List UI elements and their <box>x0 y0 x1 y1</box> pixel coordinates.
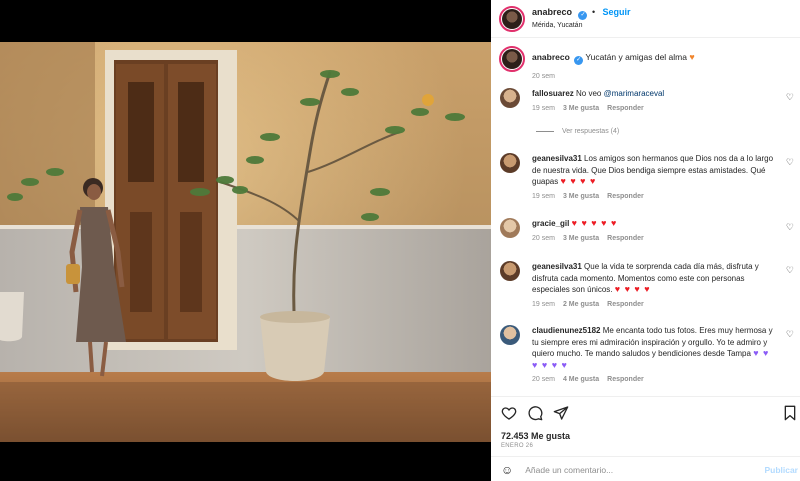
instagram-post-modal: anabreco ✓ • Seguir Mérida, Yucatán anab… <box>0 0 800 481</box>
red-hearts-emoji: ♥ ♥ ♥ ♥ <box>560 176 597 186</box>
comment-likes[interactable]: 4 Me gusta <box>563 376 599 383</box>
comment-time[interactable]: 19 sem <box>532 193 555 200</box>
reply-button[interactable]: Responder <box>607 301 644 308</box>
view-replies-button[interactable]: Ver respuestas (4) <box>536 128 619 135</box>
post-header: anabreco ✓ • Seguir Mérida, Yucatán <box>491 0 800 38</box>
comment-icon[interactable] <box>527 405 543 421</box>
comment-time[interactable]: 20 sem <box>532 376 555 383</box>
comment-item: gracie_gil ♥ ♥ ♥ ♥ ♥ 20 sem 3 Me gusta R… <box>500 218 794 242</box>
comment-heart-icon[interactable]: ♡ <box>786 92 794 103</box>
comment-heart-icon[interactable]: ♡ <box>786 329 794 340</box>
publish-button[interactable]: Publicar <box>764 465 798 475</box>
comment-item: fallosuarez No veo @marimaraceval 19 sem… <box>500 88 794 112</box>
comment-likes[interactable]: 2 Me gusta <box>563 301 599 308</box>
post-details-panel: anabreco ✓ • Seguir Mérida, Yucatán anab… <box>491 0 800 481</box>
share-icon[interactable] <box>553 405 569 421</box>
caption-text: Yucatán y amigas del alma <box>585 52 687 62</box>
comment-input[interactable] <box>525 464 736 475</box>
comment-username[interactable]: geanesilva31 <box>532 154 582 163</box>
comment-time[interactable]: 19 sem <box>532 105 555 112</box>
reply-button[interactable]: Responder <box>607 376 644 383</box>
bookmark-icon[interactable] <box>782 405 798 426</box>
comment-item: geanesilva31 Que la vida te sorprenda ca… <box>500 261 794 308</box>
comment-heart-icon[interactable]: ♡ <box>786 265 794 276</box>
comment-item: claudienunez5182 Me encanta todo tus fot… <box>500 325 794 383</box>
heart-icon[interactable] <box>501 405 517 421</box>
orange-heart-icon: ♥ <box>689 52 695 62</box>
red-hearts-emoji: ♥ ♥ ♥ ♥ ♥ <box>571 218 618 228</box>
reply-button[interactable]: Responder <box>607 193 644 200</box>
comment-item: geanesilva31 Los amigos son hermanos que… <box>500 153 794 200</box>
comment-composer: ☺ Publicar <box>491 456 800 481</box>
comment-heart-icon[interactable]: ♡ <box>786 222 794 233</box>
red-hearts-emoji: ♥ ♥ ♥ ♥ <box>614 284 651 294</box>
replies-divider <box>536 131 554 132</box>
comment-username[interactable]: fallosuarez <box>532 89 574 98</box>
verified-badge-icon: ✓ <box>574 56 584 65</box>
view-replies-label: Ver respuestas (4) <box>562 128 620 135</box>
post-caption: anabreco ✓ Yucatán y amigas del alma ♥ 2… <box>499 46 794 80</box>
comment-heart-icon[interactable]: ♡ <box>786 157 794 168</box>
comment-username[interactable]: claudienunez5182 <box>532 326 600 335</box>
follow-button[interactable]: Seguir <box>603 7 631 17</box>
emoji-icon[interactable]: ☺ <box>501 463 513 477</box>
verified-badge-icon: ✓ <box>578 11 588 20</box>
photo-scene <box>0 42 491 442</box>
avatar[interactable] <box>499 46 525 72</box>
commenter-avatar[interactable] <box>500 325 520 345</box>
commenter-avatar[interactable] <box>500 88 520 108</box>
comment-username[interactable]: gracie_gil <box>532 219 569 228</box>
commenter-avatar[interactable] <box>500 218 520 238</box>
caption-username[interactable]: anabreco <box>532 52 570 62</box>
commenter-avatar[interactable] <box>500 153 520 173</box>
comment-likes[interactable]: 3 Me gusta <box>563 105 599 112</box>
reply-button[interactable]: Responder <box>607 105 644 112</box>
comment-likes[interactable]: 3 Me gusta <box>563 193 599 200</box>
post-actions-section: 72.453 Me gusta ENERO 26 ☺ Publicar <box>491 396 800 481</box>
comment-username[interactable]: geanesilva31 <box>532 262 582 271</box>
comment-mention-link[interactable]: @marimaraceval <box>604 89 665 98</box>
post-photo[interactable] <box>0 42 491 442</box>
reply-button[interactable]: Responder <box>607 235 644 242</box>
avatar[interactable] <box>499 5 525 32</box>
post-location[interactable]: Mérida, Yucatán <box>532 20 631 32</box>
likes-count[interactable]: 72.453 Me gusta <box>501 431 570 441</box>
post-date[interactable]: ENERO 26 <box>501 443 533 449</box>
comment-text: No veo <box>576 89 604 98</box>
comment-time[interactable]: 20 sem <box>532 235 555 242</box>
comment-likes[interactable]: 3 Me gusta <box>563 235 599 242</box>
comment-time[interactable]: 19 sem <box>532 301 555 308</box>
caption-time[interactable]: 20 sem <box>532 73 695 80</box>
author-username[interactable]: anabreco <box>532 7 572 17</box>
commenter-avatar[interactable] <box>500 261 520 281</box>
